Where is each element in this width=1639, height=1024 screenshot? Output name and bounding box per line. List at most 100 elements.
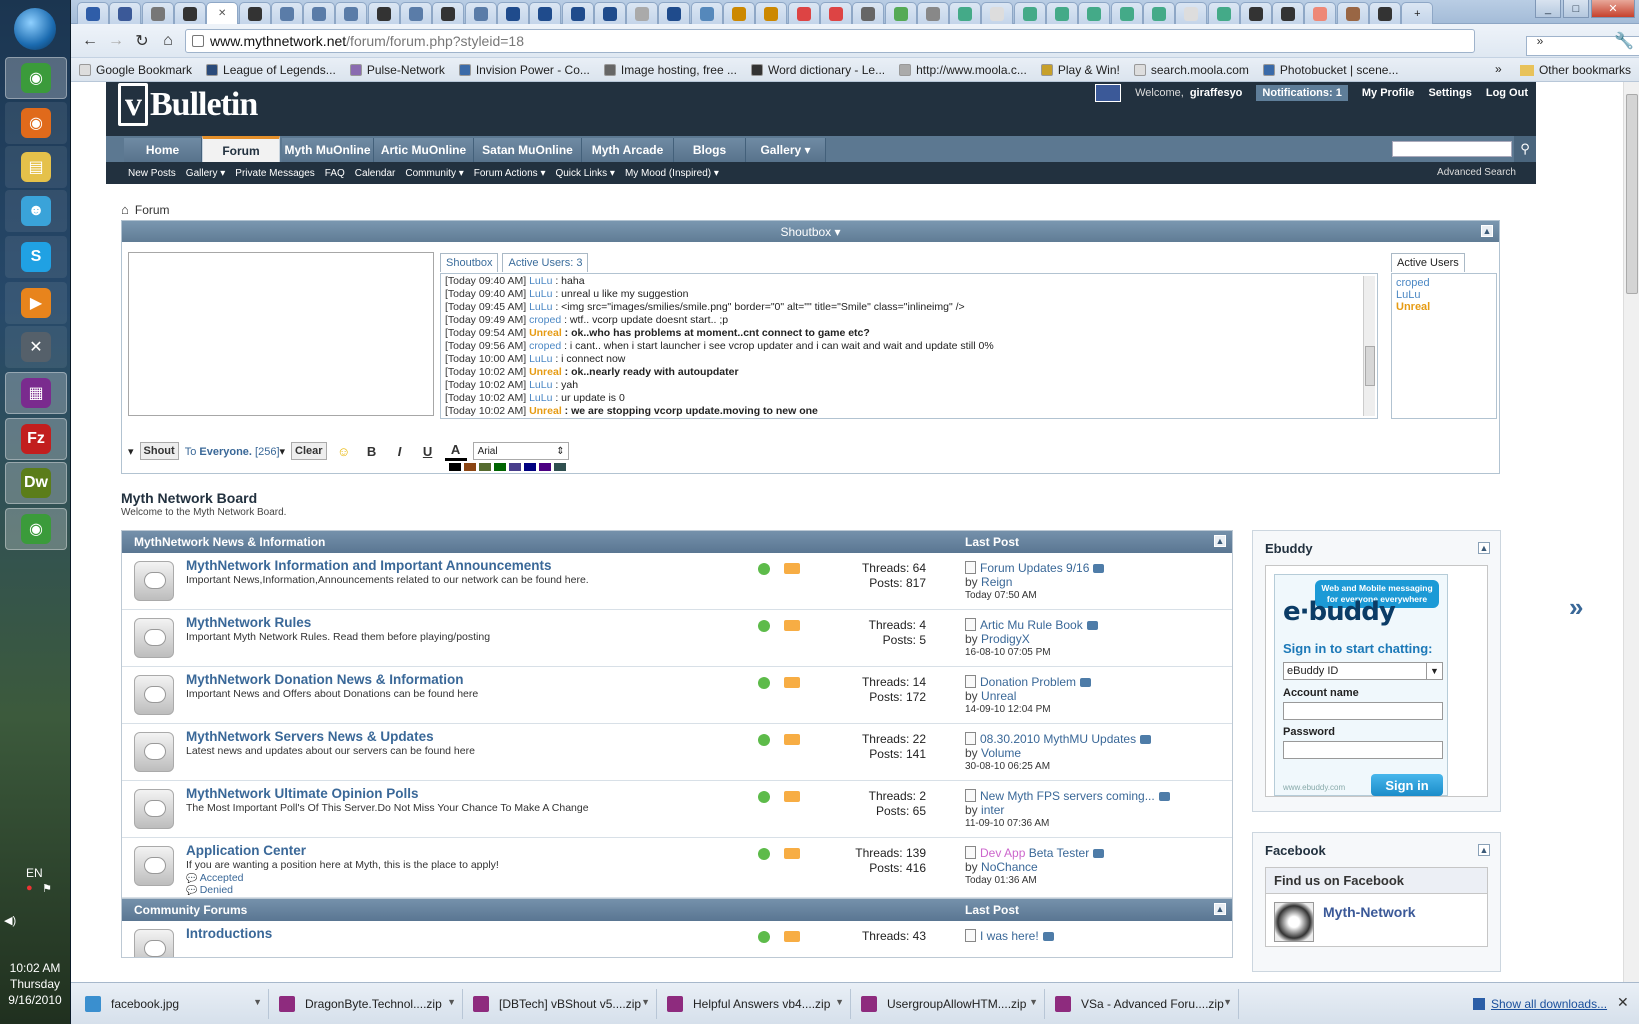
taskbar-app-button[interactable]: S bbox=[5, 236, 67, 278]
shout-user[interactable]: LuLu bbox=[529, 301, 552, 313]
browser-tab[interactable] bbox=[690, 2, 723, 24]
browser-tab[interactable] bbox=[335, 2, 368, 24]
search-icon[interactable]: ⚲ bbox=[1514, 136, 1536, 162]
browser-tab[interactable] bbox=[1046, 2, 1078, 24]
collapse-icon[interactable]: ▲ bbox=[1214, 903, 1226, 915]
vbulletin-logo[interactable]: v Bulletin bbox=[118, 83, 258, 126]
home-icon[interactable]: ⌂ bbox=[121, 202, 129, 217]
color-swatch[interactable] bbox=[479, 463, 491, 471]
subforum-link[interactable]: 💬 Denied bbox=[186, 884, 233, 896]
download-item[interactable]: DragonByte.Technol....zip ▼ bbox=[269, 989, 463, 1019]
chevron-down-icon[interactable]: ▼ bbox=[641, 997, 650, 1007]
browser-tab[interactable] bbox=[1207, 2, 1240, 24]
subnav-community[interactable]: Community ▾ bbox=[405, 168, 463, 179]
bookmark-item[interactable]: Word dictionary - Le... bbox=[750, 63, 885, 77]
facebook-page-link[interactable]: Myth-Network bbox=[1323, 904, 1416, 920]
browser-tab[interactable] bbox=[658, 2, 691, 24]
subnav-faq[interactable]: FAQ bbox=[325, 168, 345, 179]
tab-myth-arcade[interactable]: Myth Arcade bbox=[582, 138, 674, 162]
shout-user[interactable]: Unreal bbox=[529, 366, 562, 378]
chevron-down-icon[interactable]: ▾ bbox=[128, 445, 134, 458]
rss-icon[interactable] bbox=[784, 734, 800, 745]
volume-icon[interactable]: ◀) bbox=[4, 914, 16, 927]
browser-tab[interactable] bbox=[949, 2, 982, 24]
go-to-post-icon[interactable] bbox=[1093, 849, 1105, 858]
browser-tab[interactable] bbox=[432, 2, 465, 24]
browser-tab[interactable] bbox=[593, 2, 626, 24]
show-all-downloads-link[interactable]: Show all downloads... bbox=[1473, 997, 1607, 1011]
taskbar-app-button[interactable]: Fz bbox=[5, 418, 67, 460]
browser-tab[interactable] bbox=[819, 2, 852, 24]
browser-tab[interactable] bbox=[916, 2, 949, 24]
chevron-down-icon[interactable]: ▼ bbox=[447, 997, 456, 1007]
forum-title-link[interactable]: MythNetwork Donation News & Information bbox=[186, 672, 464, 687]
bold-button[interactable]: B bbox=[361, 441, 383, 461]
browser-tab[interactable] bbox=[561, 2, 594, 24]
taskbar-app-button[interactable]: ✕ bbox=[5, 326, 67, 368]
browser-tab[interactable] bbox=[787, 2, 820, 24]
shout-user[interactable]: Unreal bbox=[529, 405, 562, 417]
subnav-private-messages[interactable]: Private Messages bbox=[235, 168, 314, 179]
language-indicator[interactable]: EN bbox=[26, 866, 43, 880]
username-link[interactable]: giraffesyo bbox=[1190, 87, 1243, 99]
author-link[interactable]: NoChance bbox=[981, 860, 1038, 874]
last-post-title[interactable]: New Myth FPS servers coming... bbox=[965, 789, 1170, 803]
browser-tab[interactable] bbox=[1336, 2, 1369, 24]
advanced-search-link[interactable]: Advanced Search bbox=[1437, 167, 1516, 178]
bookmark-item[interactable]: Pulse-Network bbox=[349, 63, 445, 77]
browser-tab[interactable] bbox=[755, 2, 788, 24]
bookmark-item[interactable]: Photobucket | scene... bbox=[1262, 63, 1398, 77]
rss-icon[interactable] bbox=[784, 848, 800, 859]
browser-tab[interactable] bbox=[1175, 2, 1208, 24]
forum-title-link[interactable]: MythNetwork Servers News & Updates bbox=[186, 729, 434, 744]
notifications-button[interactable]: Notifications: 1 bbox=[1256, 85, 1348, 101]
underline-button[interactable]: U bbox=[417, 441, 439, 461]
author-link[interactable]: Volume bbox=[981, 746, 1021, 760]
browser-tab[interactable] bbox=[400, 2, 432, 24]
font-color-button[interactable]: A bbox=[444, 441, 467, 461]
tab-shoutbox[interactable]: Shoutbox bbox=[440, 253, 499, 272]
font-select[interactable]: Arial ⇕ bbox=[472, 442, 569, 460]
browser-tab[interactable] bbox=[981, 2, 1014, 24]
bookmark-item[interactable]: http://www.moola.c... bbox=[899, 63, 1027, 77]
forum-title-link[interactable]: MythNetwork Information and Important An… bbox=[186, 558, 552, 573]
address-bar[interactable]: www.mythnetwork.net/forum/forum.php?styl… bbox=[185, 29, 1639, 56]
subnav-gallery[interactable]: Gallery ▾ bbox=[186, 168, 225, 179]
scroll-thumb[interactable] bbox=[1626, 94, 1638, 294]
taskbar-app-button[interactable]: ☻ bbox=[5, 190, 67, 232]
browser-tab[interactable] bbox=[109, 2, 142, 24]
browser-tab[interactable] bbox=[270, 2, 303, 24]
browser-tab[interactable] bbox=[303, 2, 336, 24]
browser-tab[interactable] bbox=[496, 2, 529, 24]
shout-user[interactable]: LuLu bbox=[529, 353, 552, 365]
reload-button[interactable]: ↻ bbox=[129, 28, 155, 54]
tab-artic-muonline[interactable]: Artic MuOnline bbox=[374, 138, 474, 162]
go-to-post-icon[interactable] bbox=[1093, 564, 1105, 573]
shout-user[interactable]: croped bbox=[529, 314, 561, 326]
subnav-forum-actions[interactable]: Forum Actions ▾ bbox=[474, 168, 546, 179]
last-post-title[interactable]: Artic Mu Rule Book bbox=[965, 618, 1098, 632]
bookmark-item[interactable]: League of Legends... bbox=[206, 63, 336, 77]
wrench-icon[interactable]: 🔧 bbox=[1611, 28, 1637, 54]
rss-icon[interactable] bbox=[784, 931, 800, 942]
maximize-button[interactable]: □ bbox=[1563, 0, 1589, 18]
taskbar-app-button[interactable]: ▤ bbox=[5, 146, 67, 188]
scroll-thumb[interactable] bbox=[1365, 346, 1375, 386]
browser-tab[interactable] bbox=[529, 2, 562, 24]
rss-icon[interactable] bbox=[784, 677, 800, 688]
author-link[interactable]: Unreal bbox=[981, 689, 1016, 703]
last-post-title[interactable]: I was here! bbox=[965, 929, 1054, 943]
other-bookmarks[interactable]: Other bookmarks bbox=[1519, 63, 1631, 77]
browser-tab[interactable] bbox=[1239, 2, 1272, 24]
download-item[interactable]: [DBTech] vBShout v5....zip ▼ bbox=[463, 989, 657, 1019]
go-to-post-icon[interactable] bbox=[1086, 621, 1098, 630]
browser-tab[interactable] bbox=[723, 2, 755, 24]
minimize-button[interactable]: _ bbox=[1535, 0, 1561, 18]
bookmark-item[interactable]: Invision Power - Co... bbox=[458, 63, 590, 77]
subnav-new-posts[interactable]: New Posts bbox=[128, 168, 176, 179]
color-swatch[interactable] bbox=[554, 463, 566, 471]
author-link[interactable]: inter bbox=[981, 803, 1004, 817]
close-downloads-icon[interactable]: ✕ bbox=[1617, 994, 1629, 1011]
browser-tab[interactable] bbox=[1013, 2, 1046, 24]
color-swatch[interactable] bbox=[494, 463, 506, 471]
